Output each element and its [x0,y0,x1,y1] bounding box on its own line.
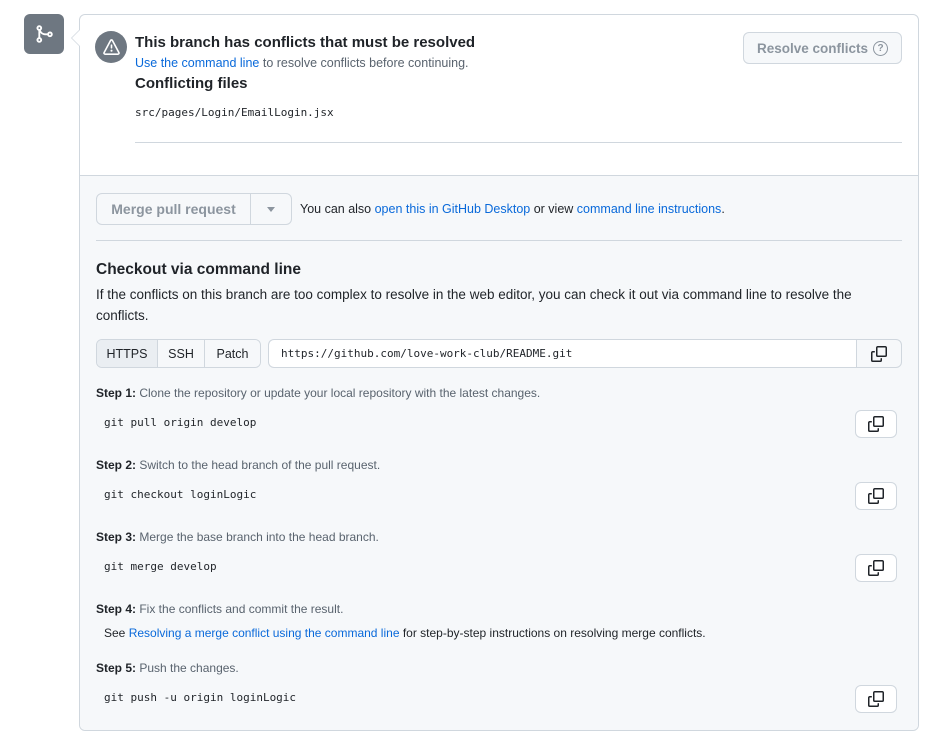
copy-icon [868,488,884,504]
merge-box: This branch has conflicts that must be r… [71,14,919,731]
step-5-label: Step 5: Push the changes. [96,661,239,675]
copy-url-button[interactable] [856,339,902,368]
panel-caret [71,29,80,47]
step-2-number: Step 2: [96,458,137,472]
copy-step-5-button[interactable] [855,685,897,713]
resolve-conflicts-label: Resolve conflicts [756,40,869,56]
merge-method-dropdown[interactable] [251,194,291,224]
conflicting-files-heading: Conflicting files [135,75,248,92]
merge-button-group: Merge pull request [96,193,292,225]
step-2-command: git checkout loginLogic [104,488,257,501]
copy-step-1-button[interactable] [855,410,897,438]
alert-icon-glyph [102,38,120,55]
merge-section: Merge pull request You can also open thi… [80,176,918,730]
step-3-command: git merge develop [104,560,217,573]
conflict-sub-text: to resolve conflicts before continuing. [259,56,469,70]
step-1-label: Step 1: Clone the repository or update y… [96,386,540,400]
copy-step-3-button[interactable] [855,554,897,582]
step-1-command: git pull origin develop [104,416,257,429]
copy-step-2-button[interactable] [855,482,897,510]
files-divider [135,142,902,143]
clone-url-input[interactable] [268,339,857,368]
protocol-tabs: HTTPS SSH Patch [96,339,261,368]
git-merge-icon [24,14,64,54]
resolving-merge-conflict-link[interactable]: Resolving a merge conflict using the com… [129,626,400,640]
also-prefix: You can also [300,202,375,216]
copy-icon [871,345,887,362]
tab-https[interactable]: HTTPS [97,340,158,367]
resolve-conflicts-button[interactable]: Resolve conflicts ? [743,32,902,64]
step-2-label: Step 2: Switch to the head branch of the… [96,458,380,472]
step-4-number: Step 4: [96,602,137,616]
period: . [721,202,725,216]
step-4-note: See Resolving a merge conflict using the… [104,626,706,640]
step-5-text: Push the changes. [136,661,239,675]
section-divider [96,240,902,241]
conflicting-file-path[interactable]: src/pages/Login/EmailLogin.jsx [135,106,334,119]
copy-icon [868,416,884,432]
question-icon[interactable]: ? [873,40,889,56]
command-line-link[interactable]: Use the command line [135,56,259,70]
conflict-section: This branch has conflicts that must be r… [80,15,918,176]
open-elsewhere-text: You can also open this in GitHub Desktop… [300,202,725,216]
copy-icon [868,691,884,707]
step-3-number: Step 3: [96,530,137,544]
triangle-down-icon [267,206,275,212]
step-3-text: Merge the base branch into the head bran… [136,530,379,544]
alert-icon [95,31,127,63]
checkout-heading: Checkout via command line [96,261,301,278]
tab-ssh[interactable]: SSH [158,340,205,367]
step-1-text: Clone the repository or update your loca… [136,386,541,400]
checkout-description: If the conflicts on this branch are too … [96,287,852,323]
step-5-command: git push -u origin loginLogic [104,691,297,704]
step-5-number: Step 5: [96,661,137,675]
conflict-title: This branch has conflicts that must be r… [135,34,476,51]
git-merge-icon-glyph [36,25,53,43]
step-4-note-prefix: See [104,626,129,640]
github-desktop-link[interactable]: open this in GitHub Desktop [375,202,531,216]
step-1-number: Step 1: [96,386,137,400]
tab-patch[interactable]: Patch [205,340,260,367]
step-4-text: Fix the conflicts and commit the result. [136,602,344,616]
or-view-text: or view [530,202,577,216]
step-4-note-suffix: for step-by-step instructions on resolvi… [399,626,706,640]
command-line-instructions-link[interactable]: command line instructions [577,202,722,216]
step-2-text: Switch to the head branch of the pull re… [136,458,381,472]
step-4-label: Step 4: Fix the conflicts and commit the… [96,602,343,616]
conflict-subtitle: Use the command line to resolve conflict… [135,56,469,70]
copy-icon [868,560,884,576]
step-3-label: Step 3: Merge the base branch into the h… [96,530,379,544]
merge-pull-request-button[interactable]: Merge pull request [97,194,251,224]
